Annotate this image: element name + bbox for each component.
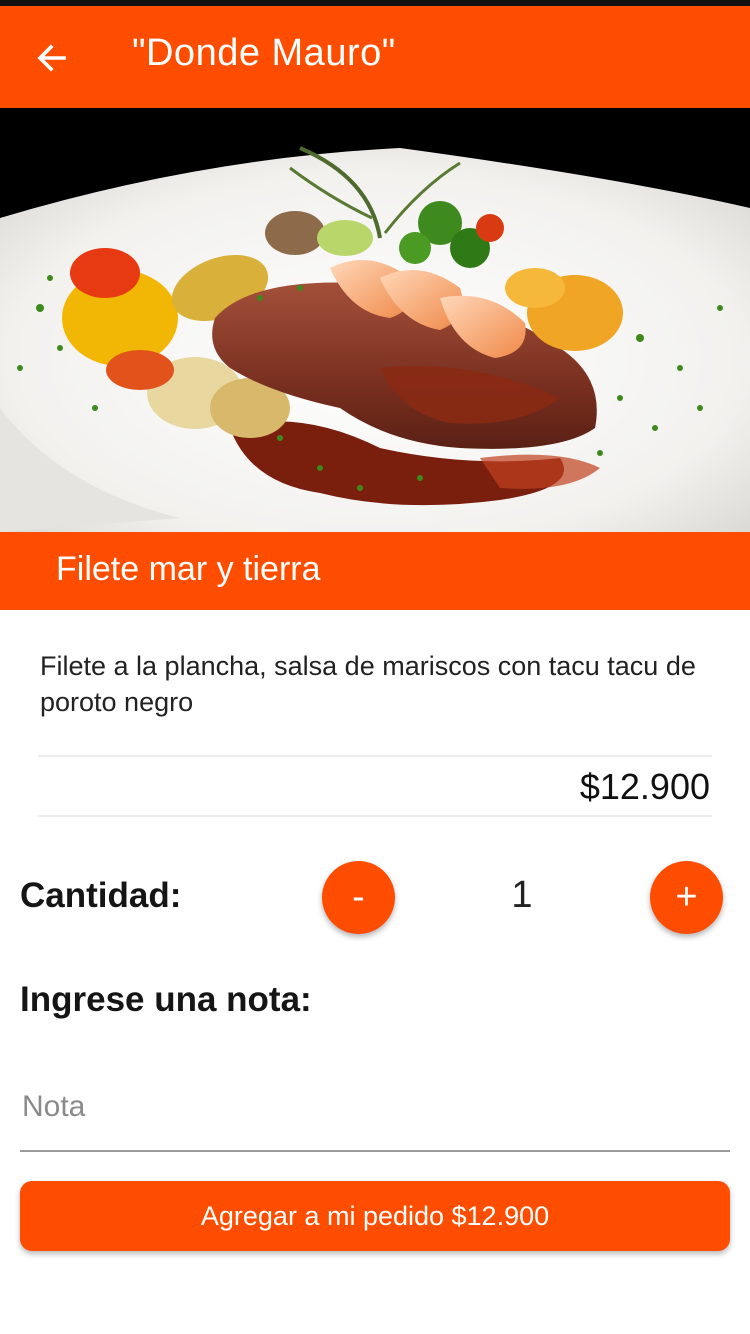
minus-icon: - xyxy=(352,876,365,918)
dish-detail-page: "Donde Mauro" Filete mar y tierra Filete… xyxy=(0,0,750,1334)
quantity-value: 1 xyxy=(511,874,533,916)
note-input[interactable] xyxy=(20,1064,730,1152)
dish-price: $12.900 xyxy=(579,766,710,807)
back-button[interactable] xyxy=(28,36,76,84)
dish-name: Filete mar y tierra xyxy=(56,550,321,588)
dish-photo xyxy=(0,108,750,532)
quantity-label: Cantidad: xyxy=(20,876,182,915)
add-to-order-button[interactable]: Agregar a mi pedido $12.900 xyxy=(20,1181,730,1251)
dish-description: Filete a la plancha, salsa de mariscos c… xyxy=(40,651,696,717)
plus-icon: + xyxy=(675,876,698,918)
divider-top xyxy=(38,755,712,757)
decrease-quantity-button[interactable]: - xyxy=(322,861,395,934)
arrow-left-icon xyxy=(34,40,70,81)
increase-quantity-button[interactable]: + xyxy=(650,861,723,934)
app-bar: "Donde Mauro" xyxy=(0,6,750,108)
page-title: "Donde Mauro" xyxy=(132,32,396,74)
note-label: Ingrese una nota: xyxy=(20,980,312,1019)
dish-name-bar: Filete mar y tierra xyxy=(0,532,750,610)
divider-bottom xyxy=(38,815,712,817)
